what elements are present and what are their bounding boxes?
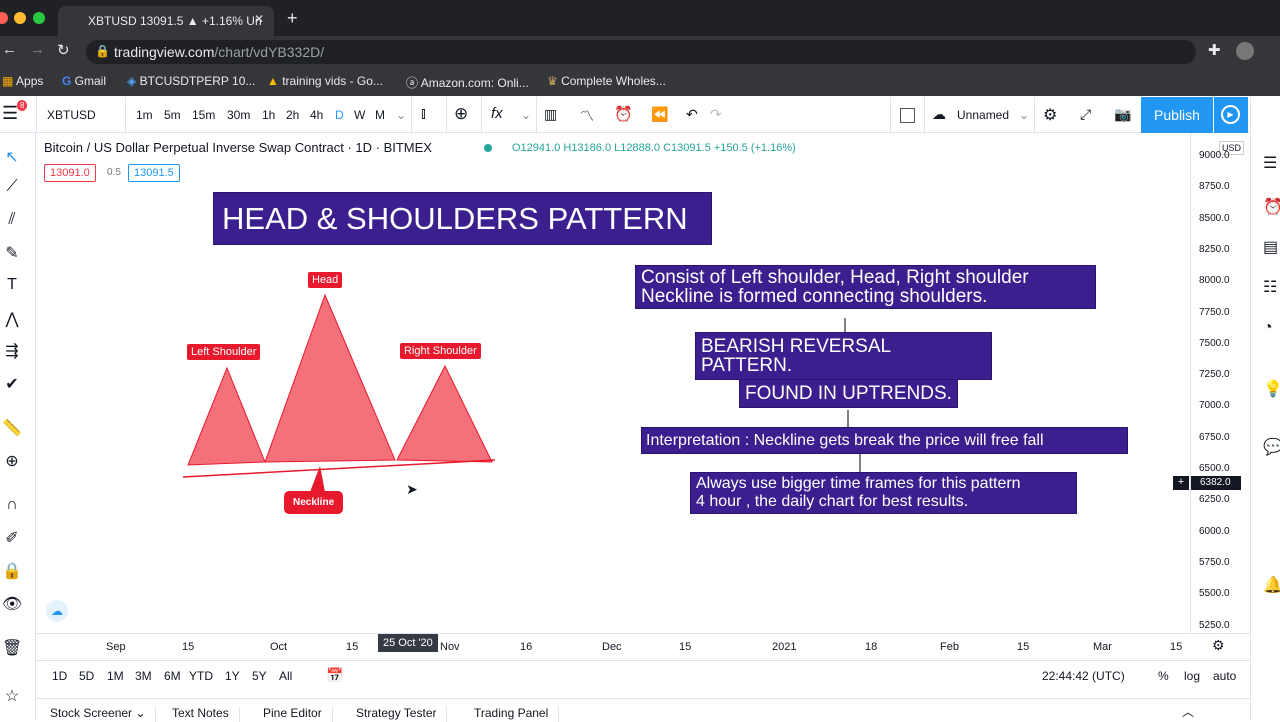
time-label: Oct — [270, 641, 288, 653]
log-toggle[interactable]: log — [1184, 669, 1200, 683]
price-label: 5500.0 — [1199, 588, 1230, 600]
time-label: 15 — [679, 641, 692, 653]
right-sidebar: ☰ ⏰ ▤ ☷ ◔ 💡 💬 🔔 — [1250, 97, 1280, 720]
price-label: 6250.0 — [1199, 494, 1230, 506]
price-label: 6750.0 — [1199, 431, 1230, 443]
time-label: 18 — [865, 641, 878, 653]
right-shoulder-triangle[interactable] — [396, 364, 493, 463]
price-label: 8000.0 — [1199, 275, 1230, 287]
time-label: Feb — [940, 641, 959, 653]
head-triangle[interactable] — [264, 293, 396, 463]
range-5y[interactable]: 5Y — [252, 669, 267, 683]
range-5d[interactable]: 5D — [79, 669, 94, 683]
timeframe-box[interactable]: Always use bigger time frames for this p… — [690, 472, 1077, 514]
bottom-panel-tabs: Stock Screener ⌄ Text Notes Pine Editor … — [36, 698, 1250, 722]
bottom-toolbar: 1D 5D 1M 3M 6M YTD 1Y 5Y All 📅 22:44:42 (UTC) % … — [36, 660, 1250, 690]
neckline-label[interactable]: Neckline — [284, 491, 344, 514]
price-label: 8250.0 — [1199, 243, 1230, 255]
price-label: 8750.0 — [1199, 181, 1230, 193]
auto-toggle[interactable]: auto — [1213, 669, 1236, 683]
notifications-icon[interactable]: 🔔 — [1263, 575, 1280, 595]
range-6m[interactable]: 6M — [164, 669, 181, 683]
description-box[interactable]: Consist of Left shoulder, Head, Right sh… — [635, 265, 1096, 309]
price-label: 7000.0 — [1199, 400, 1230, 412]
price-label: 7750.0 — [1199, 306, 1230, 318]
time-label: Dec — [602, 641, 622, 653]
axis-settings-icon[interactable]: ⚙ — [1212, 637, 1225, 654]
price-label: 9000.0 — [1199, 150, 1230, 161]
time-label: 16 — [520, 641, 533, 653]
tradingview-logo-icon[interactable]: ☁ — [46, 600, 68, 622]
price-label: 6000.0 — [1199, 525, 1230, 537]
collapse-panel-icon[interactable]: ︿ — [1182, 703, 1194, 720]
percent-toggle[interactable]: % — [1158, 669, 1169, 683]
watchlist-icon[interactable]: ☰ — [1263, 153, 1277, 173]
time-label: 15 — [346, 641, 359, 653]
head-label[interactable]: Head — [308, 272, 343, 288]
time-label: 15 — [1017, 641, 1030, 653]
range-ytd[interactable]: YTD — [189, 669, 213, 683]
time-label: 15 — [182, 641, 195, 653]
range-all[interactable]: All — [279, 669, 292, 683]
time-label: Mar — [1093, 641, 1112, 653]
alerts-icon[interactable]: ⏰ — [1263, 197, 1280, 217]
time-label: 15 — [1170, 641, 1183, 653]
interpretation-box[interactable]: Interpretation : Neckline gets break the… — [641, 427, 1128, 454]
price-label: 7250.0 — [1199, 369, 1230, 381]
range-1m[interactable]: 1M — [107, 669, 124, 683]
goto-date-icon[interactable]: 📅 — [326, 667, 343, 684]
price-label: 7500.0 — [1199, 337, 1230, 349]
hotlist-icon[interactable]: ◔ — [1263, 319, 1273, 337]
bearish-reversal-box[interactable]: BEARISH REVERSAL PATTERN. — [695, 332, 992, 380]
pattern-drawing — [182, 293, 861, 492]
chevron-down-icon: ⌄ — [135, 706, 146, 720]
price-label: 5250.0 — [1199, 619, 1230, 631]
crosshair-price: 6382.0 — [1191, 476, 1241, 490]
time-label: Sep — [106, 641, 126, 653]
left-shoulder-label[interactable]: Left Shoulder — [187, 344, 261, 360]
clock[interactable]: 22:44:42 (UTC) — [1042, 669, 1125, 683]
crosshair-plus-icon[interactable]: + — [1173, 476, 1189, 490]
chat-icon[interactable]: 💬 — [1263, 437, 1280, 457]
range-1y[interactable]: 1Y — [225, 669, 240, 683]
range-1d[interactable]: 1D — [52, 669, 67, 683]
crosshair-date: 25 Oct '20 — [378, 634, 438, 652]
price-label: 6500.0 — [1199, 463, 1230, 474]
data-window-icon[interactable]: ☷ — [1263, 277, 1277, 297]
price-label: 5750.0 — [1199, 556, 1230, 568]
time-label: Nov — [440, 641, 460, 653]
price-label: 8500.0 — [1199, 212, 1230, 224]
range-3m[interactable]: 3M — [135, 669, 152, 683]
time-label: 2021 — [772, 641, 797, 653]
time-axis[interactable]: Sep 15 Oct 15 Nov 16 Dec 15 2021 18 Feb 15 Mar 15 25 … — [36, 633, 1250, 657]
news-icon[interactable]: ▤ — [1263, 237, 1278, 257]
left-shoulder-triangle[interactable] — [187, 366, 266, 466]
ideas-icon[interactable]: 💡 — [1263, 379, 1280, 399]
price-axis[interactable]: USD 9000.0 8750.0 8500.0 8250.0 8000.0 7750.0… — [1173, 133, 1250, 633]
right-shoulder-label[interactable]: Right Shoulder — [400, 343, 481, 359]
mouse-cursor-icon: ➤ — [406, 481, 418, 497]
uptrends-box[interactable]: FOUND IN UPTRENDS. — [739, 379, 958, 408]
